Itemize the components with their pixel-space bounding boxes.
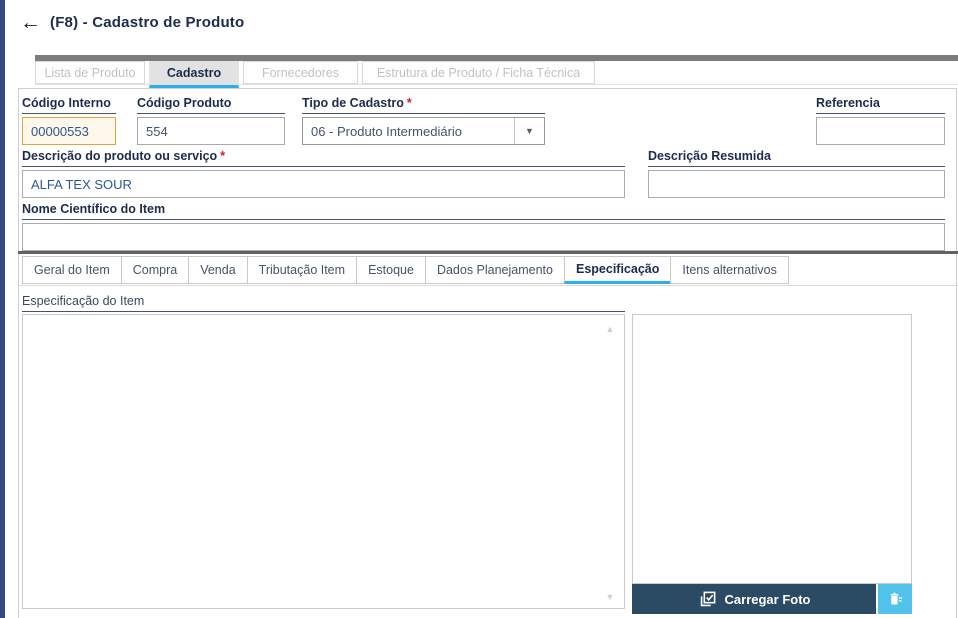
remove-photo-button[interactable] — [878, 584, 912, 614]
field-descricao-produto: Descrição do produto ou serviço * — [22, 149, 625, 198]
codigo-produto-input[interactable] — [137, 117, 285, 145]
tab-bottom-line — [35, 84, 958, 85]
subtab-dados-planejamento[interactable]: Dados Planejamento — [424, 256, 565, 284]
subtab-itens-alternativos[interactable]: Itens alternativos — [670, 256, 789, 284]
descricao-produto-label: Descrição do produto ou serviço * — [22, 149, 625, 167]
subtab-venda[interactable]: Venda — [188, 256, 248, 284]
subtab-tributacao-item[interactable]: Tributação Item — [246, 256, 358, 284]
chevron-down-icon[interactable]: ▼ — [514, 118, 544, 144]
descricao-produto-input[interactable] — [22, 170, 625, 198]
referencia-input[interactable] — [816, 117, 945, 145]
photo-button-bar: Carregar Foto — [632, 584, 912, 614]
codigo-interno-input[interactable] — [22, 117, 116, 145]
carregar-foto-button[interactable]: Carregar Foto — [632, 584, 876, 614]
descricao-resumida-input[interactable] — [648, 170, 945, 198]
required-asterisk: * — [220, 149, 226, 163]
subtab-compra[interactable]: Compra — [120, 256, 190, 284]
field-referencia: Referencia — [816, 96, 945, 145]
page-title: (F8) - Cadastro de Produto — [50, 13, 245, 31]
subtab-estoque[interactable]: Estoque — [356, 256, 426, 284]
especificacao-textarea[interactable] — [22, 314, 625, 609]
especificacao-do-item-label: Especificação do Item — [22, 294, 625, 312]
upload-photo-icon — [698, 590, 717, 609]
nome-cientifico-label: Nome Científico do Item — [22, 202, 945, 220]
descricao-produto-label-text: Descrição do produto ou serviço — [22, 149, 218, 163]
subtab-especificacao[interactable]: Especificação — [563, 256, 672, 284]
descricao-resumida-label: Descrição Resumida — [648, 149, 945, 167]
field-nome-cientifico: Nome Científico do Item — [22, 202, 945, 251]
required-asterisk: * — [406, 96, 412, 110]
scroll-up-icon[interactable]: ▲ — [602, 322, 618, 336]
section-divider — [18, 251, 958, 254]
main-tab-bar: Lista de Produto Cadastro Fornecedores E… — [35, 61, 595, 88]
scroll-down-icon[interactable]: ▼ — [602, 590, 618, 604]
page-header: ← (F8) - Cadastro de Produto — [20, 8, 244, 36]
referencia-label: Referencia — [816, 96, 945, 114]
field-codigo-interno: Código Interno — [22, 96, 116, 145]
codigo-produto-label: Código Produto — [137, 96, 285, 114]
sub-tab-bar: Geral do Item Compra Venda Tributação It… — [22, 256, 789, 284]
tipo-de-cadastro-label: Tipo de Cadastro * — [302, 96, 545, 114]
subtab-bottom-line — [18, 285, 958, 286]
cadastro-de-produto-window: ← (F8) - Cadastro de Produto Lista de Pr… — [0, 0, 958, 618]
codigo-interno-label: Código Interno — [22, 96, 116, 114]
nome-cientifico-input[interactable] — [22, 223, 945, 251]
product-photo-area — [632, 314, 912, 584]
field-descricao-resumida: Descrição Resumida — [648, 149, 945, 198]
back-arrow-icon[interactable]: ← — [20, 12, 41, 33]
tipo-de-cadastro-label-text: Tipo de Cadastro — [302, 96, 404, 110]
tipo-de-cadastro-select[interactable]: 06 - Produto Intermediário ▼ — [302, 117, 545, 145]
left-accent-strip — [0, 0, 5, 618]
field-tipo-de-cadastro: Tipo de Cadastro * 06 - Produto Intermedi… — [302, 96, 545, 145]
tab-estrutura-ficha-tecnica[interactable]: Estrutura de Produto / Ficha Técnica — [362, 61, 595, 84]
tab-fornecedores[interactable]: Fornecedores — [243, 61, 358, 84]
trash-icon — [887, 591, 904, 608]
field-codigo-produto: Código Produto — [137, 96, 285, 145]
carregar-foto-label: Carregar Foto — [724, 591, 811, 607]
subtab-geral-do-item[interactable]: Geral do Item — [22, 256, 122, 284]
tipo-de-cadastro-selected-value: 06 - Produto Intermediário — [311, 123, 463, 139]
tab-lista-de-produto[interactable]: Lista de Produto — [35, 61, 145, 84]
